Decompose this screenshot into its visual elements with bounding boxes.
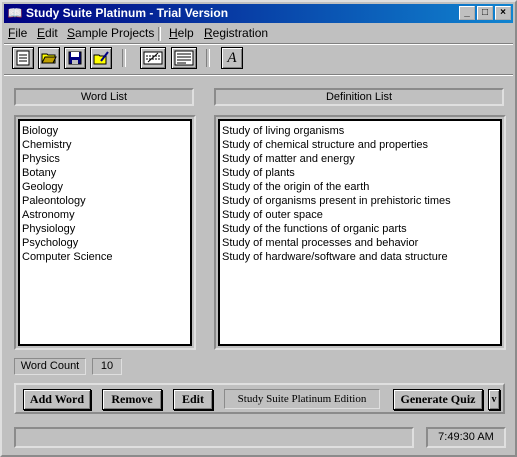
title-bar[interactable]: 📖 Study Suite Platinum - Trial Version _… (4, 4, 513, 23)
remove-button[interactable]: Remove (102, 389, 162, 410)
font-icon[interactable]: A (221, 47, 243, 69)
list-item[interactable]: Biology (22, 124, 188, 138)
status-clock: 7:49:30 AM (426, 427, 506, 448)
window-title: Study Suite Platinum - Trial Version (26, 6, 229, 20)
list-item[interactable]: Physics (22, 152, 188, 166)
action-panel: Add Word Remove Edit Study Suite Platinu… (14, 383, 505, 414)
word-list[interactable]: Biology Chemistry Physics Botany Geology Pale… (14, 115, 196, 350)
keyboard-entry-icon[interactable] (140, 47, 166, 69)
menu-registration[interactable]: Registration (204, 26, 268, 40)
list-item[interactable]: Study of mental processes and behavior (222, 236, 498, 250)
maximize-button[interactable]: □ (477, 6, 493, 20)
list-item[interactable]: Study of the functions of organic parts (222, 222, 498, 236)
list-item[interactable]: Psychology (22, 236, 188, 250)
definition-list-header: Definition List (214, 88, 504, 106)
toolbar-divider (4, 74, 513, 76)
generate-quiz-button[interactable]: Generate Quiz (393, 389, 483, 410)
word-count-value: 10 (92, 358, 122, 375)
list-item[interactable]: Study of the origin of the earth (222, 180, 498, 194)
definition-list[interactable]: Study of living organisms Study of chemic… (214, 115, 506, 350)
definition-list-inner[interactable]: Study of living organisms Study of chemic… (218, 119, 502, 346)
list-item[interactable]: Study of living organisms (222, 124, 498, 138)
save-disk-icon[interactable] (64, 47, 86, 69)
word-count-label: Word Count (14, 358, 86, 375)
toolbar: A (2, 45, 517, 71)
list-item[interactable]: Astronomy (22, 208, 188, 222)
list-item[interactable]: Chemistry (22, 138, 188, 152)
menu-separator (158, 27, 161, 41)
word-list-inner[interactable]: Biology Chemistry Physics Botany Geology Pale… (18, 119, 192, 346)
toolbar-separator (206, 49, 210, 67)
open-folder-icon[interactable] (38, 47, 60, 69)
list-item[interactable]: Physiology (22, 222, 188, 236)
list-item[interactable]: Study of plants (222, 166, 498, 180)
toolbar-separator (122, 49, 126, 67)
close-button[interactable]: × (495, 6, 511, 20)
menu-file[interactable]: File (8, 26, 27, 40)
list-item[interactable]: Study of organisms present in prehistori… (222, 194, 498, 208)
menu-sample-projects[interactable]: Sample Projects (67, 26, 154, 40)
app-window: 📖 Study Suite Platinum - Trial Version _… (0, 0, 517, 457)
list-item[interactable]: Study of matter and energy (222, 152, 498, 166)
menu-edit[interactable]: Edit (37, 26, 58, 40)
word-list-header: Word List (14, 88, 194, 106)
edit-folder-icon[interactable] (90, 47, 112, 69)
print-preview-icon[interactable] (171, 47, 197, 69)
edit-button[interactable]: Edit (173, 389, 213, 410)
add-word-button[interactable]: Add Word (23, 389, 91, 410)
list-item[interactable]: Botany (22, 166, 188, 180)
app-book-icon[interactable]: 📖 (7, 6, 23, 20)
list-item[interactable]: Geology (22, 180, 188, 194)
list-item[interactable]: Study of hardware/software and data stru… (222, 250, 498, 264)
list-item[interactable]: Computer Science (22, 250, 188, 264)
status-message (14, 427, 414, 448)
list-item[interactable]: Study of chemical structure and properti… (222, 138, 498, 152)
edition-label: Study Suite Platinum Edition (224, 389, 380, 409)
quiz-options-dropdown[interactable]: v (488, 389, 500, 410)
list-item[interactable]: Study of outer space (222, 208, 498, 222)
minimize-button[interactable]: _ (459, 6, 475, 20)
new-document-icon[interactable] (12, 47, 34, 69)
menu-help[interactable]: Help (169, 26, 194, 40)
list-item[interactable]: Paleontology (22, 194, 188, 208)
